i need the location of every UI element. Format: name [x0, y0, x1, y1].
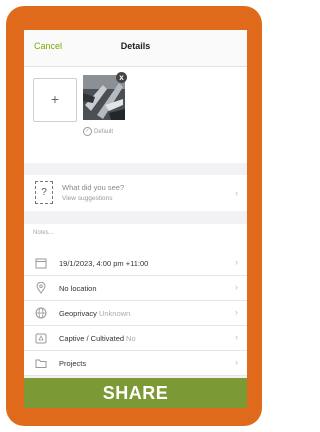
- captive-row[interactable]: Captive / Cultivated No ›: [24, 326, 247, 351]
- location-pin-icon: [36, 282, 46, 294]
- globe-icon: [35, 307, 47, 319]
- check-circle-icon: ✓: [83, 127, 92, 136]
- calendar-icon: [35, 258, 47, 269]
- identify-subtitle: View suggestions: [62, 195, 113, 202]
- chevron-right-icon: ›: [235, 307, 238, 317]
- add-photo-button[interactable]: +: [33, 78, 77, 122]
- default-photo-label[interactable]: ✓ Default: [83, 127, 113, 136]
- captive-title: Captive / Cultivated: [59, 334, 125, 343]
- captive-value: No: [126, 334, 136, 343]
- captive-label: Captive / Cultivated No: [59, 334, 136, 343]
- identify-title: What did you see?: [62, 183, 125, 192]
- geoprivacy-title: Geoprivacy: [59, 309, 97, 318]
- chevron-right-icon: ›: [235, 332, 238, 342]
- notes-placeholder: Notes...: [33, 230, 54, 236]
- share-button[interactable]: SHARE: [24, 378, 247, 408]
- photo-section: + x ✓ Default: [24, 67, 247, 163]
- chevron-right-icon: ›: [235, 357, 238, 367]
- folder-icon: [35, 359, 47, 368]
- projects-row[interactable]: Projects ›: [24, 351, 247, 376]
- date-label: 19/1/2023, 4:00 pm +11:00: [59, 259, 149, 268]
- chevron-right-icon: ›: [235, 257, 238, 267]
- location-row[interactable]: No location ›: [24, 276, 247, 301]
- phone-screen: Cancel Details + x ✓ Default ? What did y…: [24, 30, 247, 408]
- remove-photo-icon[interactable]: x: [116, 72, 127, 83]
- geoprivacy-label: Geoprivacy Unknown: [59, 309, 130, 318]
- geoprivacy-value: Unknown: [98, 309, 131, 318]
- geoprivacy-row[interactable]: Geoprivacy Unknown ›: [24, 301, 247, 326]
- default-label-text: Default: [94, 129, 114, 136]
- projects-label: Projects: [59, 359, 87, 368]
- question-box-icon: ?: [35, 181, 53, 204]
- nav-bar: Cancel Details: [24, 30, 247, 67]
- pot-icon: [35, 333, 47, 344]
- identify-row[interactable]: ? What did you see? View suggestions ›: [24, 175, 247, 211]
- plus-icon: +: [50, 91, 60, 107]
- chevron-right-icon: ›: [235, 282, 238, 292]
- chevron-right-icon: ›: [235, 188, 238, 198]
- page-title: Details: [120, 41, 151, 51]
- date-row[interactable]: 19/1/2023, 4:00 pm +11:00 ›: [24, 251, 247, 276]
- location-label: No location: [59, 284, 97, 293]
